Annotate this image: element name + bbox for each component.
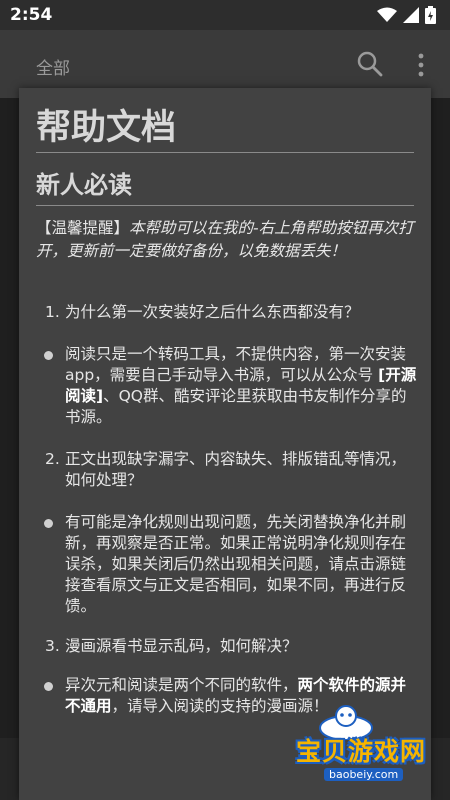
battery-icon xyxy=(425,6,436,24)
answer-text: 异次元和阅读是两个不同的软件， xyxy=(65,676,298,694)
question-text: 为什么第一次安装好之后什么东西都没有？ xyxy=(65,303,360,321)
status-bar: 2:54 xyxy=(0,0,450,30)
help-title: 帮助文档 xyxy=(36,106,414,153)
answer-item: 有可能是净化规则出现问题，先关闭替换净化并刷新，再观察是否正常。如果正常说明净化… xyxy=(44,512,421,617)
watermark-url: baobeiy.com xyxy=(324,768,404,781)
question-item: 2. 正文出现缺字漏字、内容缺失、排版错乱等情况，如何处理？ xyxy=(45,449,421,491)
search-icon[interactable] xyxy=(356,50,384,78)
answer-item: 阅读只是一个转码工具，不提供内容，第一次安装app，需要自己手动导入书源，可以从… xyxy=(44,344,421,428)
bullet xyxy=(44,519,53,528)
watermark-text: 宝贝游戏网 xyxy=(296,737,427,766)
answer-text: 、QQ群、酷安评论里获取由书友制作分享的书源。 xyxy=(65,387,407,426)
app-bar-title[interactable]: 全部 xyxy=(36,54,70,79)
status-time: 2:54 xyxy=(10,5,53,25)
question-item: 3. 漫画源看书显示乱码，如何解决？ xyxy=(45,636,421,657)
more-vert-icon[interactable] xyxy=(414,52,428,78)
watermark: 宝贝游戏网 baobeiy.com xyxy=(268,702,443,800)
question-item: 1. 为什么第一次安装好之后什么东西都没有？ xyxy=(45,302,421,323)
wifi-icon xyxy=(377,7,397,22)
tip-label: 【温馨提醒】 xyxy=(36,219,130,237)
tip-paragraph: 【温馨提醒】本帮助可以在我的-右上角帮助按钮再次打开，更新前一定要做好备份，以免… xyxy=(36,217,418,263)
help-dialog[interactable]: 帮助文档 新人必读 【温馨提醒】本帮助可以在我的-右上角帮助按钮再次打开，更新前… xyxy=(19,88,431,800)
status-icons xyxy=(377,6,436,24)
answer-text: 阅读只是一个转码工具，不提供内容，第一次安装app，需要自己手动导入书源，可以从… xyxy=(65,345,407,384)
section-title: 新人必读 xyxy=(36,168,414,206)
question-text: 正文出现缺字漏字、内容缺失、排版错乱等情况，如何处理？ xyxy=(65,450,407,489)
question-number: 1. xyxy=(45,303,60,321)
bullet xyxy=(44,682,53,691)
signal-icon xyxy=(403,7,419,23)
question-number: 3. xyxy=(45,637,60,655)
question-number: 2. xyxy=(45,450,60,468)
bullet xyxy=(44,351,53,360)
answer-text: 有可能是净化规则出现问题，先关闭替换净化并刷新，再观察是否正常。如果正常说明净化… xyxy=(65,513,407,615)
question-text: 漫画源看书显示乱码，如何解决？ xyxy=(65,637,298,655)
